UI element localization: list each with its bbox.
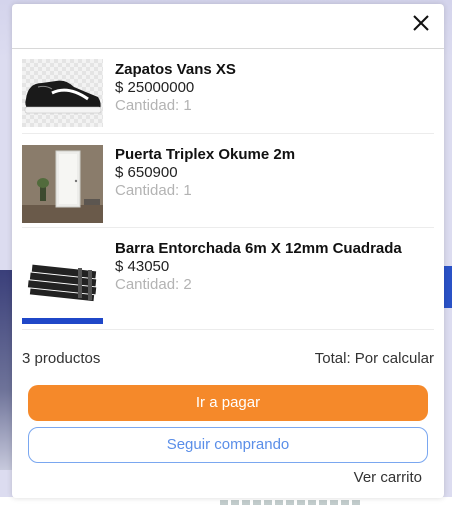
cart-item: Barra Entorchada 6m X 12mm Cuadrada $ 43… <box>22 228 434 330</box>
item-price: $ 43050 <box>115 258 170 275</box>
close-icon <box>413 15 429 31</box>
cart-total: Total: Por calcular <box>314 350 434 367</box>
cart-item-list: Zapatos Vans XS $ 25000000 Cantidad: 1 P… <box>22 49 434 330</box>
view-cart-link[interactable]: Ver carrito <box>354 469 422 486</box>
item-name[interactable]: Puerta Triplex Okume 2m <box>115 146 434 164</box>
item-name[interactable]: Zapatos Vans XS <box>115 61 434 79</box>
close-button[interactable] <box>410 12 432 34</box>
item-quantity: Cantidad: 1 <box>115 97 192 114</box>
continue-shopping-button[interactable]: Seguir comprando <box>28 427 428 463</box>
item-price: $ 650900 <box>115 164 178 181</box>
product-count: 3 productos <box>22 350 101 367</box>
door-image[interactable] <box>22 145 103 223</box>
steel-bar-image[interactable] <box>22 240 103 326</box>
background-footer-text <box>220 500 360 505</box>
item-price: $ 25000000 <box>115 79 195 96</box>
item-quantity: Cantidad: 2 <box>115 276 192 293</box>
item-name[interactable]: Barra Entorchada 6m X 12mm Cuadrada <box>115 240 434 258</box>
item-quantity: Cantidad: 1 <box>115 182 192 199</box>
checkout-button[interactable]: Ir a pagar <box>28 385 428 421</box>
cart-item: Puerta Triplex Okume 2m $ 650900 Cantida… <box>22 134 434 228</box>
shoe-image[interactable] <box>22 59 103 127</box>
cart-item: Zapatos Vans XS $ 25000000 Cantidad: 1 <box>22 49 434 134</box>
cart-modal: Zapatos Vans XS $ 25000000 Cantidad: 1 P… <box>12 4 444 498</box>
